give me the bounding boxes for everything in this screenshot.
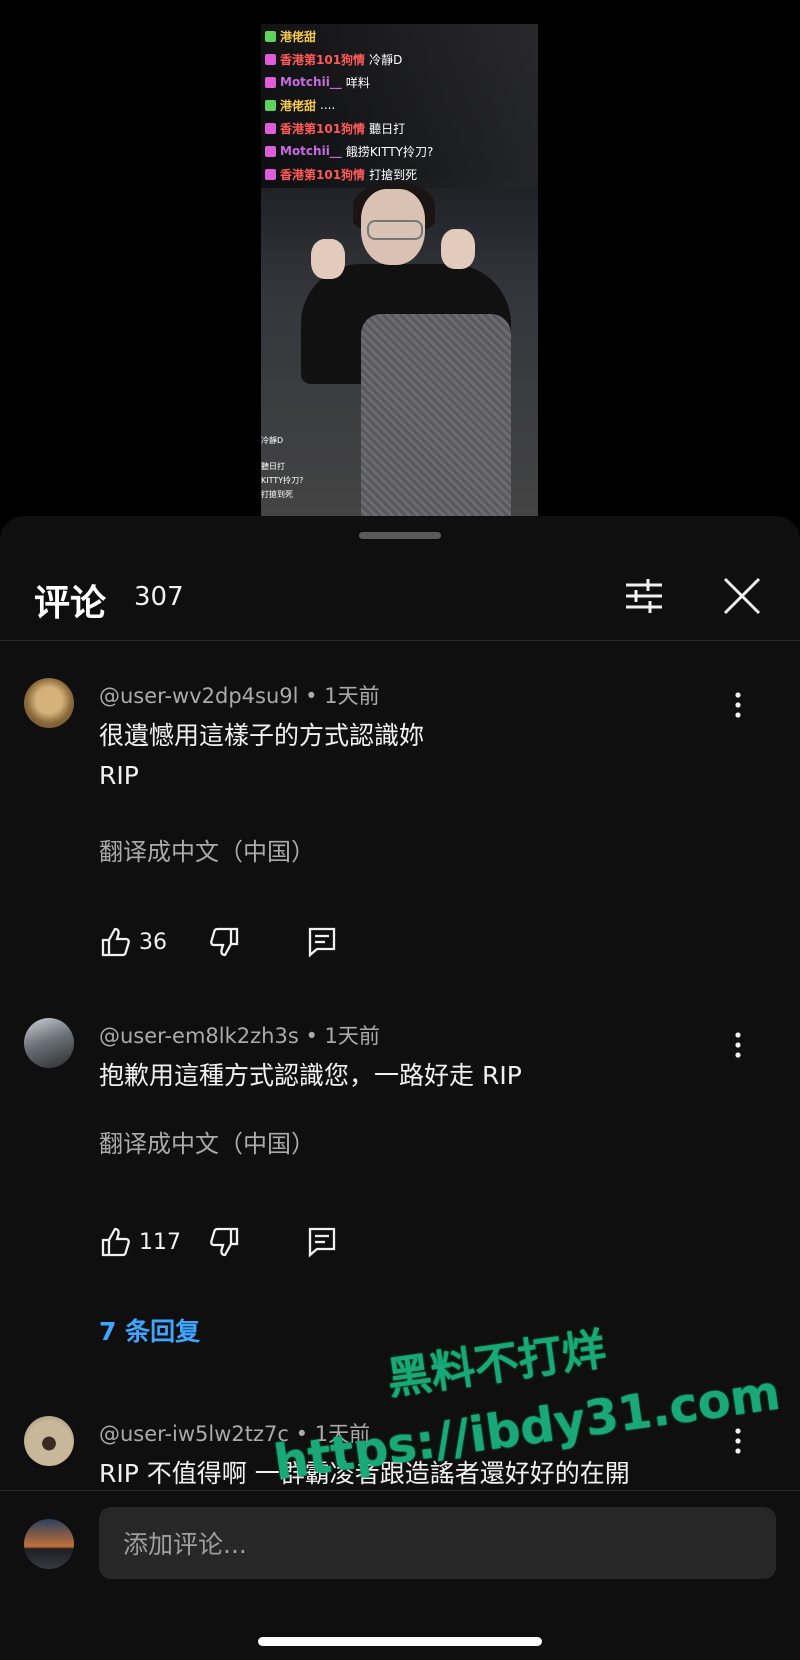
close-icon (723, 577, 761, 615)
chat-message: Motchii__ 餓捞KITTY拎刀? (265, 141, 433, 161)
drag-handle[interactable] (359, 532, 441, 539)
thumb-up-icon (101, 1227, 130, 1257)
chat-text: 打搶到死 (369, 167, 418, 182)
comments-title: 评论 (34, 583, 107, 624)
comment-text: 很遺憾用這樣子的方式認識妳 RIP (99, 721, 425, 790)
comment-meta: @user-wv2dp4su9l • 1天前 (99, 684, 380, 708)
chat-badge-icon (265, 30, 276, 42)
mini-line: 冷靜D (261, 436, 284, 445)
comment-composer: 添加评论... (0, 1490, 800, 1660)
comments-header: 评论 307 (0, 552, 800, 641)
avatar[interactable] (24, 678, 74, 728)
chat-message: 港佬甜 (265, 26, 320, 46)
chat-text: 聽日打 (369, 121, 406, 136)
translate-link[interactable]: 翻译成中文（中国） (99, 1124, 315, 1159)
like-button[interactable] (99, 925, 133, 959)
thumb-down-icon (210, 927, 239, 957)
chat-badge-icon (265, 145, 276, 157)
chat-text: .... (320, 98, 336, 112)
streamer-glasses (367, 220, 423, 240)
chat-username: 香港第101狗情 (280, 167, 366, 182)
sort-filter-button[interactable] (620, 572, 668, 620)
avatar[interactable] (24, 1018, 74, 1068)
like-button[interactable] (99, 1225, 133, 1259)
dislike-button[interactable] (207, 1225, 241, 1259)
chat-badge-icon (265, 76, 276, 88)
more-options-button[interactable] (733, 1030, 743, 1060)
chat-badge-icon (265, 99, 276, 111)
home-indicator[interactable] (258, 1637, 542, 1646)
add-comment-input[interactable]: 添加评论... (99, 1507, 776, 1579)
input-placeholder: 添加评论... (123, 1530, 247, 1559)
comment-author[interactable]: @user-em8lk2zh3s (99, 1024, 299, 1048)
chat-badge-icon (265, 168, 276, 180)
my-avatar[interactable] (24, 1519, 74, 1569)
streamer-right-hand (441, 229, 475, 269)
video-player[interactable]: 港佬甜 香港第101狗情 冷靜D Motchii__ 咩料 港佬甜.... 香港第101狗情… (261, 24, 538, 516)
comment-author[interactable]: @user-iw5lw2tz7c (99, 1422, 289, 1446)
comment-time: 1天前 (324, 684, 380, 708)
chat-message: 香港第101狗情 聽日打 (265, 118, 405, 138)
avatar[interactable] (24, 1416, 74, 1466)
live-chat-overlay: 港佬甜 香港第101狗情 冷靜D Motchii__ 咩料 港佬甜.... 香港第101狗情… (261, 24, 538, 188)
reply-icon (308, 1227, 336, 1258)
like-count: 36 (139, 929, 167, 955)
chat-badge-icon (265, 122, 276, 134)
chat-username: Motchii__ (280, 75, 342, 89)
comment-text: 抱歉用這種方式認識您，一路好走 RIP (99, 1061, 522, 1090)
chat-message: 香港第101狗情 打搶到死 (265, 164, 417, 184)
streamer-left-hand (311, 239, 345, 279)
more-options-button[interactable] (733, 690, 743, 720)
thumb-up-icon (101, 927, 130, 957)
chat-username: 港佬甜 (280, 29, 317, 44)
comment-actions: 36 (99, 922, 339, 962)
comment-author[interactable]: @user-wv2dp4su9l (99, 684, 298, 708)
more-options-button[interactable] (733, 1426, 743, 1456)
chat-message: 港佬甜.... (265, 95, 335, 115)
chat-message: Motchii__ 咩料 (265, 72, 370, 92)
chat-text: 冷靜D (369, 52, 403, 67)
mini-line: KITTY拎刀? (261, 476, 304, 485)
comment-time: 1天前 (324, 1024, 380, 1048)
translate-link[interactable]: 翻译成中文（中国） (99, 832, 315, 867)
chat-message: 香港第101狗情 冷靜D (265, 49, 402, 69)
view-replies-link[interactable]: 7 条回复 (99, 1312, 200, 1348)
mini-line: 聽日打 (261, 462, 285, 471)
thumb-down-icon (210, 1227, 239, 1257)
close-button[interactable] (718, 572, 766, 620)
more-vert-icon (735, 1032, 741, 1058)
reply-icon (308, 927, 336, 958)
comment-meta: @user-em8lk2zh3s • 1天前 (99, 1024, 380, 1048)
sliders-icon (626, 579, 662, 613)
chat-badge-icon (265, 53, 276, 65)
stream-chat-mini: 冷靜D 聽日打 KITTY拎刀? 打搶到死 (261, 434, 303, 502)
more-vert-icon (735, 1428, 741, 1454)
chat-username: 香港第101狗情 (280, 52, 366, 67)
chat-text: 咩料 (345, 75, 370, 90)
more-vert-icon (735, 692, 741, 718)
streamer-dress (361, 314, 511, 516)
reply-button[interactable] (305, 1225, 339, 1259)
comment-actions: 117 (99, 1222, 339, 1262)
dislike-button[interactable] (207, 925, 241, 959)
chat-username: 香港第101狗情 (280, 121, 366, 136)
chat-username: Motchii__ (280, 144, 342, 158)
chat-text: 餓捞KITTY拎刀? (345, 144, 434, 159)
comments-count: 307 (134, 582, 184, 612)
reply-button[interactable] (305, 925, 339, 959)
chat-username: 港佬甜 (280, 98, 317, 113)
mini-line: 打搶到死 (261, 490, 293, 499)
like-count: 117 (139, 1229, 181, 1255)
